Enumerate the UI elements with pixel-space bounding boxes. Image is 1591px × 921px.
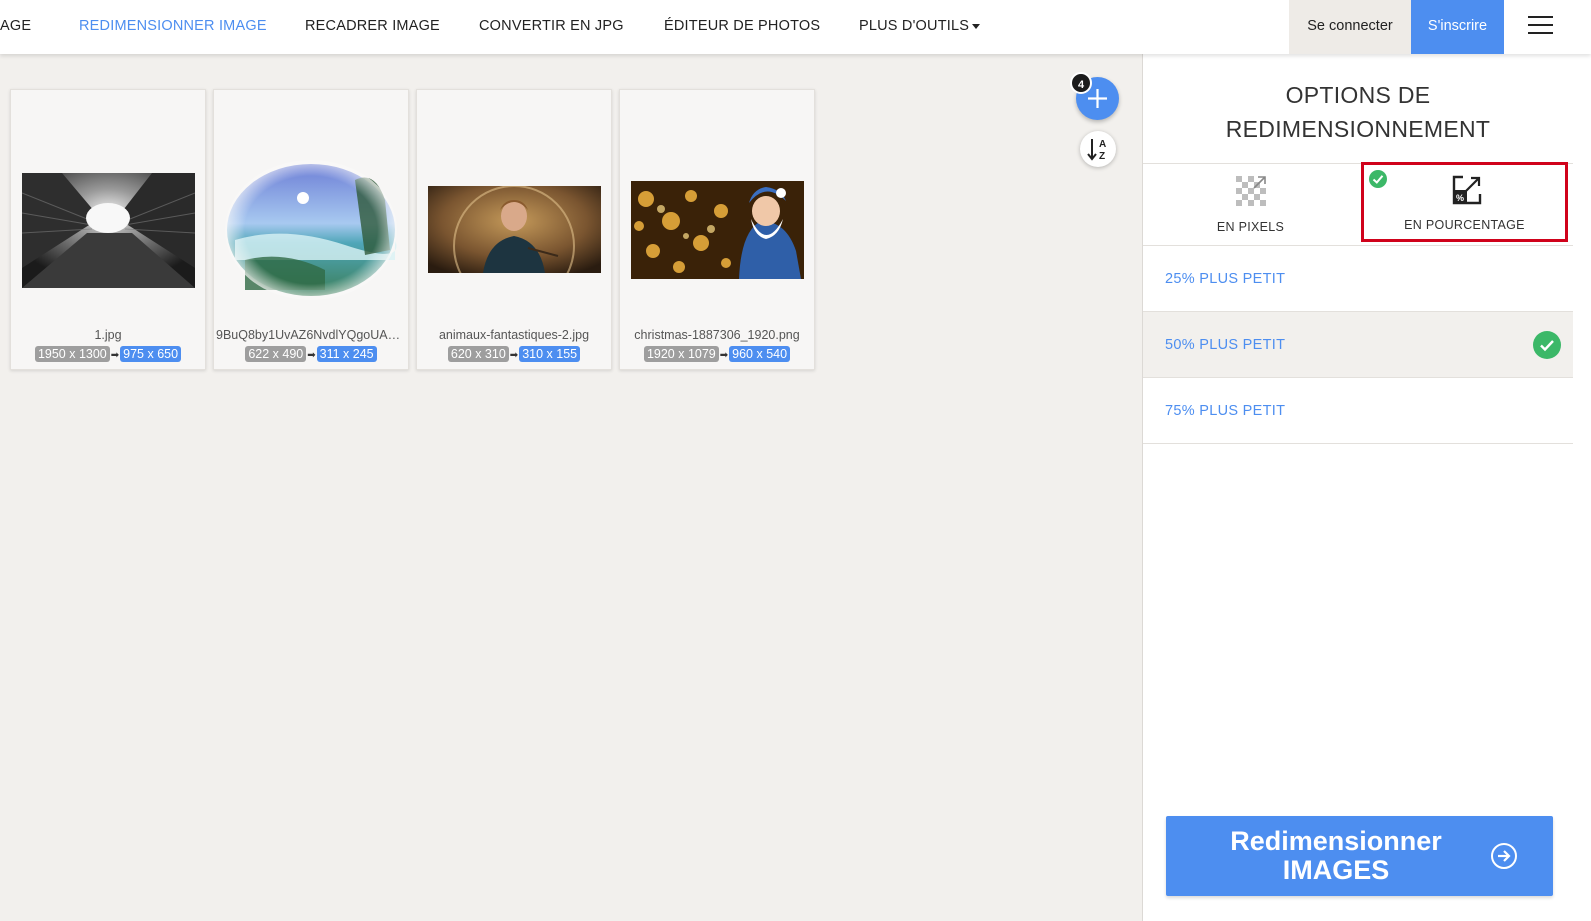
panel-title: OPTIONS DE REDIMENSIONNEMENT bbox=[1143, 78, 1573, 146]
nav-item-crop-image[interactable]: RECADRER IMAGE bbox=[305, 0, 440, 52]
option-50-smaller[interactable]: 50% PLUS PETIT bbox=[1143, 312, 1573, 378]
top-navigation: AGE REDIMENSIONNER IMAGE RECADRER IMAGE … bbox=[0, 0, 1591, 54]
image-dimensions: 1950 x 1300 ➡ 975 x 650 bbox=[11, 346, 205, 362]
new-size: 310 x 155 bbox=[519, 346, 581, 362]
arrow-right-icon: ➡ bbox=[719, 350, 729, 361]
image-filename: animaux-fantastiques-2.jpg bbox=[438, 328, 590, 342]
mode-percentage-tab[interactable]: % EN POURCENTAGE bbox=[1361, 162, 1568, 242]
image-dimensions: 1920 x 1079 ➡ 960 x 540 bbox=[620, 346, 814, 362]
original-size: 620 x 310 bbox=[447, 346, 509, 362]
resize-mode-selector: EN PIXELS % EN POURCENTAGE bbox=[1143, 162, 1573, 246]
option-75-smaller[interactable]: 75% PLUS PETIT bbox=[1143, 378, 1573, 444]
image-card[interactable]: animaux-fantastiques-2.jpg 620 x 310 ➡ 310… bbox=[416, 89, 612, 370]
resize-button-line1: Redimensionner bbox=[1230, 826, 1442, 856]
panel-title-line1: OPTIONS DE bbox=[1285, 82, 1431, 108]
image-thumbnail bbox=[631, 181, 804, 279]
svg-text:Z: Z bbox=[1099, 151, 1105, 162]
svg-text:%: % bbox=[1456, 193, 1464, 203]
image-count-badge: 4 bbox=[1070, 72, 1092, 94]
selected-check-icon bbox=[1533, 331, 1561, 359]
signup-button[interactable]: S'inscrire bbox=[1411, 0, 1504, 54]
original-size: 1920 x 1079 bbox=[643, 346, 719, 362]
panel-title-line2: REDIMENSIONNEMENT bbox=[1225, 116, 1491, 142]
image-card[interactable]: christmas-1887306_1920.png 1920 x 1079 ➡ 9… bbox=[619, 89, 815, 370]
original-size: 622 x 490 bbox=[245, 346, 307, 362]
option-label: 25% PLUS PETIT bbox=[1165, 271, 1286, 287]
arrow-right-icon: ➡ bbox=[307, 350, 316, 361]
image-card[interactable]: 9BuQ8by1UvAZ6NvdlYQgoUAO... 622 x 490 ➡ 31… bbox=[213, 89, 409, 370]
new-size: 975 x 650 bbox=[120, 346, 182, 362]
new-size: 960 x 540 bbox=[729, 346, 791, 362]
nav-item-photo-editor[interactable]: ÉDITEUR DE PHOTOS bbox=[664, 0, 820, 52]
image-thumbnail bbox=[225, 160, 397, 300]
mode-percentage-label: EN POURCENTAGE bbox=[1404, 218, 1525, 232]
resize-options-panel: OPTIONS DE REDIMENSIONNEMENT EN PIXELS %… bbox=[1142, 54, 1591, 921]
arrow-right-icon: ➡ bbox=[509, 350, 519, 361]
svg-text:A: A bbox=[1099, 139, 1106, 150]
original-size: 1950 x 1300 bbox=[34, 346, 110, 362]
option-25-smaller[interactable]: 25% PLUS PETIT bbox=[1143, 246, 1573, 312]
nav-item-resize-image[interactable]: REDIMENSIONNER IMAGE bbox=[79, 0, 267, 52]
mode-pixels-label: EN PIXELS bbox=[1216, 220, 1285, 234]
login-button[interactable]: Se connecter bbox=[1289, 0, 1411, 54]
resize-button-label: Redimensionner IMAGES bbox=[1196, 827, 1476, 885]
option-label: 75% PLUS PETIT bbox=[1165, 403, 1286, 419]
mode-pixels-tab[interactable]: EN PIXELS bbox=[1143, 164, 1358, 246]
nav-item-partial[interactable]: AGE bbox=[0, 0, 31, 52]
image-card[interactable]: 1.jpg 1950 x 1300 ➡ 975 x 650 bbox=[10, 89, 206, 370]
resize-images-button[interactable]: Redimensionner IMAGES bbox=[1166, 816, 1553, 896]
percent-resize-icon: % bbox=[1452, 175, 1482, 205]
hamburger-icon[interactable] bbox=[1528, 16, 1553, 36]
arrow-right-icon: ➡ bbox=[110, 350, 120, 361]
option-label: 50% PLUS PETIT bbox=[1165, 337, 1286, 353]
image-filename: christmas-1887306_1920.png bbox=[634, 328, 800, 342]
new-size: 311 x 245 bbox=[316, 346, 377, 362]
sort-button[interactable]: A Z bbox=[1080, 131, 1116, 167]
image-thumbnail bbox=[22, 173, 195, 288]
check-icon bbox=[1369, 170, 1387, 188]
nav-item-more-tools[interactable]: PLUS D'OUTILS bbox=[859, 0, 981, 52]
nav-item-convert-jpg[interactable]: CONVERTIR EN JPG bbox=[479, 0, 624, 52]
image-dimensions: 622 x 490 ➡ 311 x 245 bbox=[214, 346, 408, 362]
image-thumbnail bbox=[428, 186, 601, 273]
sort-alpha-icon: A Z bbox=[1087, 139, 1106, 162]
image-filename: 9BuQ8by1UvAZ6NvdlYQgoUAO... bbox=[216, 328, 406, 342]
image-dimensions: 620 x 310 ➡ 310 x 155 bbox=[417, 346, 611, 362]
image-filename: 1.jpg bbox=[94, 328, 122, 342]
arrow-circle-right-icon bbox=[1491, 843, 1517, 869]
caret-down-icon bbox=[972, 23, 981, 29]
pixel-resize-icon bbox=[1236, 176, 1266, 206]
nav-item-more-tools-label: PLUS D'OUTILS bbox=[859, 18, 970, 34]
resize-button-line2: IMAGES bbox=[1282, 855, 1390, 885]
